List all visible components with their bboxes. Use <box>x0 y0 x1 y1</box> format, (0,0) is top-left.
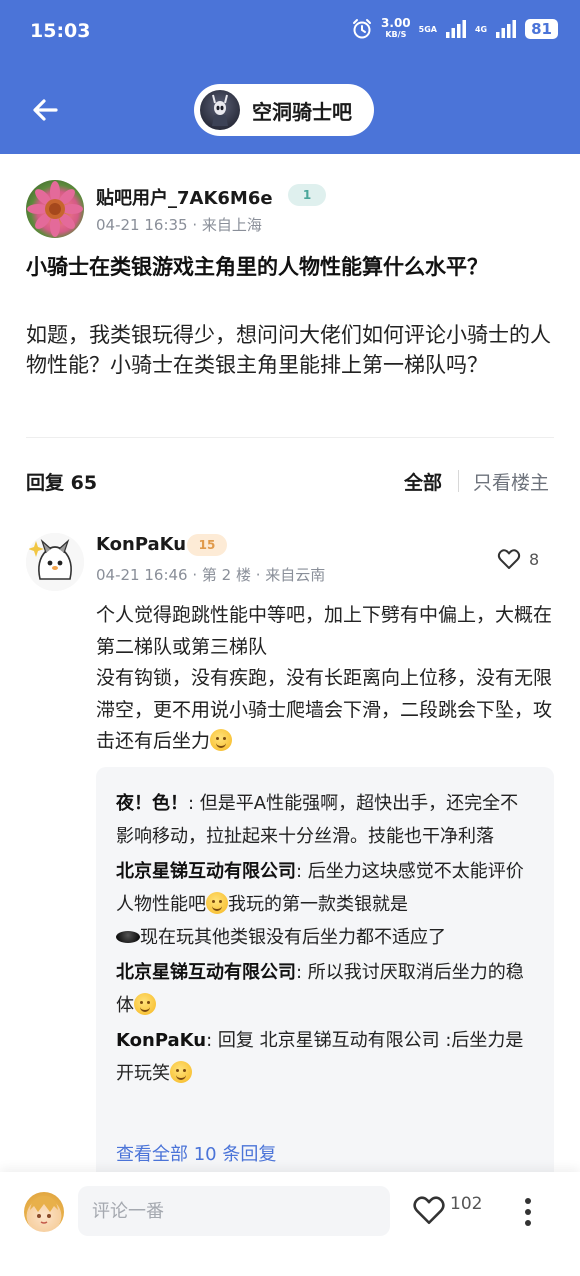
post-like-button[interactable]: 102 <box>412 1194 482 1226</box>
author-avatar[interactable] <box>26 180 84 238</box>
sub-reply-author[interactable]: 北京星锑互动有限公司 <box>116 861 296 882</box>
comment-like-button[interactable]: 8 <box>497 548 539 570</box>
smile-emoji-icon <box>210 729 233 751</box>
comment-level-badge: 15 <box>187 534 227 556</box>
signal-icon <box>496 20 517 38</box>
net-speed: 3.00 KB/S <box>381 16 411 39</box>
comment-like-count: 8 <box>529 549 540 569</box>
divider <box>26 437 554 438</box>
replies-header: 回复 65 全部 只看楼主 <box>0 462 580 498</box>
net-tag-4g: 4G <box>474 24 488 34</box>
forum-name: 空洞骑士吧 <box>252 99 352 124</box>
smile-emoji-icon <box>134 993 156 1015</box>
anime-avatar <box>30 1196 58 1224</box>
bottom-action-bar: 102 <box>0 1172 580 1276</box>
top-nav-bar: 空洞骑士吧 <box>0 66 580 154</box>
comment-author-avatar[interactable] <box>26 533 84 591</box>
sub-reply-text: 我玩的第一款类银就是 <box>228 894 408 915</box>
clock: 15:03 <box>30 20 91 42</box>
forum-title-pill[interactable]: 空洞骑士吧 <box>194 84 374 136</box>
knight-icon <box>212 94 228 126</box>
flower-image <box>27 181 83 237</box>
comment-body-line: 没有钩锁，没有疾跑，没有长距离向上位移，没有无限滞空，更不用说小骑士爬墙会下滑，… <box>96 667 553 752</box>
heart-icon <box>413 1196 445 1225</box>
forum-avatar <box>200 90 240 130</box>
comment-author-name[interactable]: KonPaKu <box>96 534 186 555</box>
see-all-replies-link[interactable]: 查看全部 10 条回复 <box>116 1140 276 1166</box>
sub-reply[interactable]: 北京星锑互动有限公司: 后坐力这块感觉不太能评价人物性能吧 我玩的第一款类银就是现… <box>116 855 536 954</box>
alarm-icon <box>353 19 372 39</box>
cartoon-avatar <box>26 533 84 591</box>
blush-emoji-icon <box>206 892 228 914</box>
comment-input[interactable] <box>78 1186 390 1236</box>
black-hole-emoji-icon <box>116 931 140 943</box>
sub-reply[interactable]: KonPaKu: 回复 北京星锑互动有限公司 :后坐力是开玩笑 <box>116 1024 536 1090</box>
post-title: 小骑士在类银游戏主角里的人物性能算什么水平？ <box>26 255 488 279</box>
back-arrow-icon[interactable] <box>26 90 66 130</box>
post-author-name[interactable]: 贴吧用户_7AK6M6e <box>96 184 273 210</box>
sub-reply-list: 夜！色！: 但是平A性能强啊，超快出手，还完全不影响移动，拉扯起来十分丝滑。技能… <box>116 787 536 1090</box>
filter-separator <box>458 470 459 492</box>
net-tag-5g: 5GA <box>418 24 437 34</box>
battery-indicator: 81 <box>525 19 558 39</box>
comment-meta: 04-21 16:46 · 第 2 楼 · 来自云南 <box>96 566 326 584</box>
post-body: 如题，我类银玩得少，想问问大佬们如何评论小骑士的人物性能？小骑士在类银主角里能排… <box>26 323 551 377</box>
post-meta: 04-21 16:35 · 来自上海 <box>96 216 262 234</box>
level-badge: 1 <box>288 184 326 206</box>
my-avatar[interactable] <box>24 1192 64 1232</box>
reply-count: 回复 65 <box>26 472 98 494</box>
signal-icon <box>445 20 466 38</box>
sub-reply-author[interactable]: KonPaKu <box>116 1030 206 1051</box>
status-bar: 15:03 3.00 KB/S 5GA 4G 81 <box>0 0 580 66</box>
filter-all-tab[interactable]: 全部 <box>404 468 442 495</box>
heart-icon <box>497 549 521 569</box>
sub-reply-author[interactable]: 夜！色！ <box>116 793 188 814</box>
comment-body-line: 个人觉得跑跳性能中等吧，加上下劈有中偏上，大概在第二梯队或第三梯队 <box>96 604 553 658</box>
status-icons: 3.00 KB/S 5GA 4G 81 <box>351 16 558 40</box>
more-vertical-icon[interactable] <box>520 1196 536 1228</box>
post-like-count: 102 <box>450 1194 483 1214</box>
comment-body: 个人觉得跑跳性能中等吧，加上下劈有中偏上，大概在第二梯队或第三梯队 没有钩锁，没… <box>96 600 558 758</box>
sub-replies-box[interactable]: 夜！色！: 但是平A性能强啊，超快出手，还完全不影响移动，拉扯起来十分丝滑。技能… <box>96 767 554 1187</box>
sub-reply[interactable]: 北京星锑互动有限公司: 所以我讨厌取消后坐力的稳体 <box>116 956 536 1022</box>
filter-op-only-tab[interactable]: 只看楼主 <box>473 468 549 495</box>
sub-reply-author[interactable]: 北京星锑互动有限公司 <box>116 962 296 983</box>
sub-reply-text: 现在玩其他类银没有后坐力都不适应了 <box>140 927 446 948</box>
tongue-emoji-icon <box>170 1061 192 1083</box>
sub-reply[interactable]: 夜！色！: 但是平A性能强啊，超快出手，还完全不影响移动，拉扯起来十分丝滑。技能… <box>116 787 536 853</box>
